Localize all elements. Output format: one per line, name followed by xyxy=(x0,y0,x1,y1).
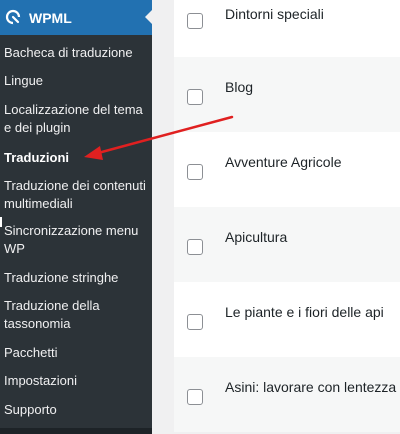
submenu-item-languages[interactable]: Lingue xyxy=(4,72,150,90)
table-row: Asini: lavorare con lentezza xyxy=(174,357,400,432)
submenu-item-media-translation[interactable]: Traduzione dei contenuti multimediali xyxy=(4,177,150,213)
row-title[interactable]: Apicultura xyxy=(225,228,287,246)
table-row: Avventure Agricole xyxy=(174,132,400,207)
sidebar-edge-marker xyxy=(0,217,2,227)
posts-list: Dintorni speciali Blog Avventure Agricol… xyxy=(174,0,400,434)
wpml-submenu: Bacheca di traduzione Lingue Localizzazi… xyxy=(0,35,152,430)
submenu-item-wp-menus-sync[interactable]: Sincronizzazione menu WP xyxy=(4,222,150,258)
wpml-logo-icon xyxy=(5,9,21,25)
table-row: Blog xyxy=(174,57,400,132)
row-title[interactable]: Asini: lavorare con lentezza xyxy=(225,378,396,396)
submenu-item-translation-dashboard[interactable]: Bacheca di traduzione xyxy=(4,44,150,62)
admin-sidebar: WPML Bacheca di traduzione Lingue Locali… xyxy=(0,0,153,434)
submenu-item-packages[interactable]: Pacchetti xyxy=(4,344,150,362)
table-row: Le piante e i fiori delle api xyxy=(174,282,400,357)
submenu-item-support[interactable]: Supporto xyxy=(4,401,150,419)
submenu-item-translations[interactable]: Traduzioni xyxy=(4,149,150,167)
submenu-item-theme-plugin-localization[interactable]: Localizzazione del tema e dei plugin xyxy=(4,101,150,137)
sidebar-bottom-strip xyxy=(0,428,152,434)
submenu-item-string-translation[interactable]: Traduzione stringhe xyxy=(4,269,150,287)
row-checkbox[interactable] xyxy=(187,239,203,255)
submenu-item-settings[interactable]: Impostazioni xyxy=(4,372,150,390)
row-title[interactable]: Le piante e i fiori delle api xyxy=(225,303,384,321)
table-row: Dintorni speciali xyxy=(174,0,400,57)
current-menu-pointer xyxy=(145,9,153,25)
row-title[interactable]: Dintorni speciali xyxy=(225,5,324,23)
row-checkbox[interactable] xyxy=(187,89,203,105)
row-title[interactable]: Avventure Agricole xyxy=(225,153,341,171)
wpml-menu-header[interactable]: WPML xyxy=(0,0,153,35)
table-row: Apicultura xyxy=(174,207,400,282)
wpml-menu-title: WPML xyxy=(29,10,72,26)
row-checkbox[interactable] xyxy=(187,164,203,180)
row-checkbox[interactable] xyxy=(187,314,203,330)
row-checkbox[interactable] xyxy=(187,389,203,405)
row-checkbox[interactable] xyxy=(187,13,203,29)
row-title[interactable]: Blog xyxy=(225,78,253,96)
submenu-item-taxonomy-translation[interactable]: Traduzione della tassonomia xyxy=(4,297,150,333)
